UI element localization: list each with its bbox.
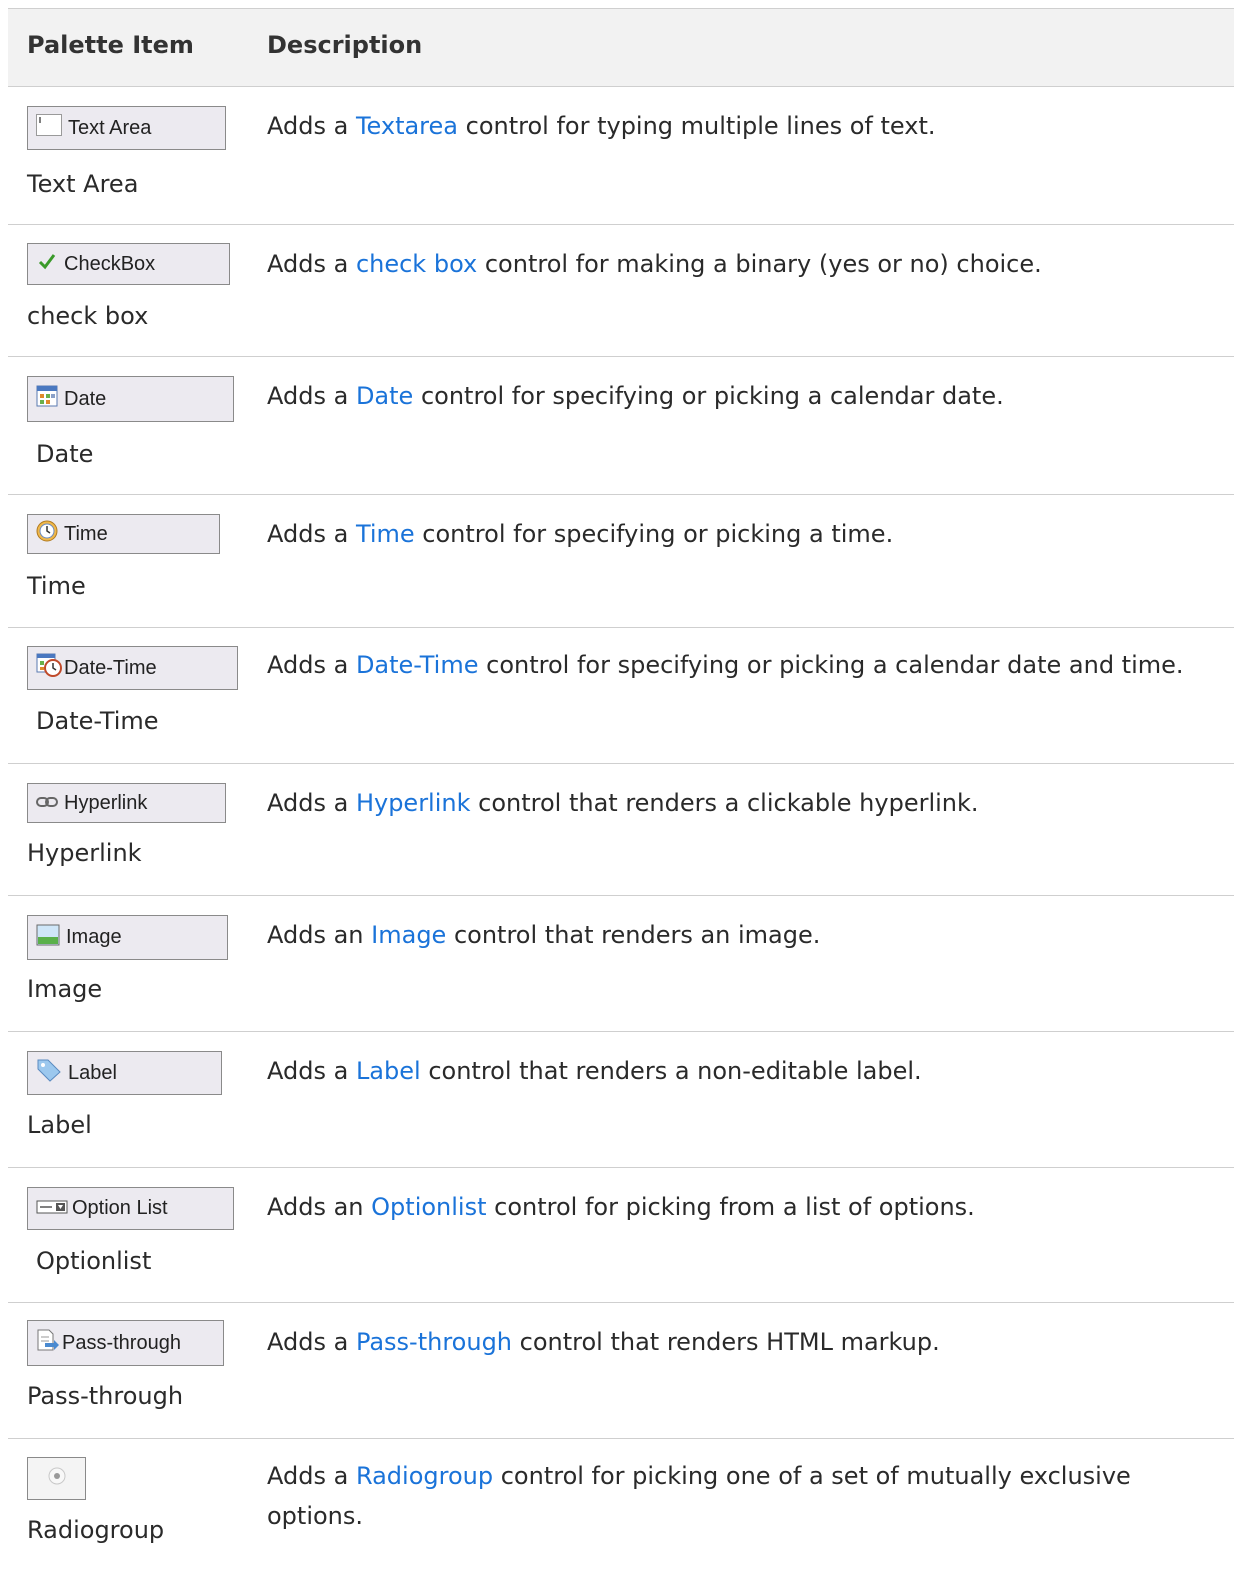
- table-row: Date-Time Date-Time Adds a Date-Time con…: [8, 627, 1234, 763]
- palette-item-name: Time: [27, 572, 86, 600]
- row-description: Adds a Time control for specifying or pi…: [267, 520, 894, 548]
- palette-button-option-list[interactable]: Option List: [27, 1187, 234, 1230]
- palette-item-name: Pass-through: [27, 1382, 184, 1410]
- palette-item-name: Date-Time: [36, 707, 159, 735]
- palette-button-date-time[interactable]: Date-Time: [27, 646, 238, 690]
- radiogroup-link[interactable]: Radiogroup: [356, 1462, 493, 1490]
- table-row: Pass-through Pass-through Adds a Pass-th…: [8, 1302, 1234, 1438]
- calendar-icon: [36, 385, 58, 413]
- header-palette-item: Palette Item: [27, 31, 194, 59]
- row-description: Adds an Optionlist control for picking f…: [267, 1193, 975, 1221]
- optionlist-link[interactable]: Optionlist: [371, 1193, 486, 1221]
- table-row: Option List Optionlist Adds an Optionlis…: [8, 1167, 1234, 1302]
- checkbox-icon: [36, 251, 58, 277]
- row-divider: [8, 1031, 1234, 1032]
- palette-item-name: Optionlist: [36, 1247, 152, 1275]
- textarea-icon: [36, 114, 62, 142]
- table-row: Image Image Adds an Image control that r…: [8, 895, 1234, 1031]
- row-description: Adds a Textarea control for typing multi…: [267, 112, 936, 140]
- palette-button-text-area[interactable]: Text Area: [27, 106, 226, 150]
- palette-item-name: Date: [36, 440, 94, 468]
- row-description: Adds a Date control for specifying or pi…: [267, 382, 1004, 410]
- palette-button-image[interactable]: Image: [27, 915, 228, 960]
- palette-item-name: Hyperlink: [27, 839, 142, 867]
- table-header: Palette Item Description: [8, 9, 1234, 86]
- row-divider: [8, 1438, 1234, 1439]
- table-row: Date Date Adds a Date control for specif…: [8, 356, 1234, 494]
- row-divider: [8, 627, 1234, 628]
- document-arrow-icon: [36, 1329, 60, 1357]
- table-row: Hyperlink Hyperlink Adds a Hyperlink con…: [8, 763, 1234, 895]
- palette-item-name: Radiogroup: [27, 1516, 165, 1544]
- row-description: Adds a check box control for making a bi…: [267, 250, 1042, 278]
- palette-item-name: Label: [27, 1111, 92, 1139]
- row-description: Adds a Date-Time control for specifying …: [267, 651, 1184, 679]
- tag-icon: [36, 1058, 62, 1088]
- pass-through-link[interactable]: Pass-through: [356, 1328, 512, 1356]
- row-divider: [8, 86, 1234, 87]
- row-divider: [8, 494, 1234, 495]
- date-time-link[interactable]: Date-Time: [356, 651, 479, 679]
- palette-item-name: Image: [27, 975, 103, 1003]
- checkbox-link[interactable]: check box: [356, 250, 477, 278]
- row-divider: [8, 1302, 1234, 1303]
- radio-button-icon: [48, 1467, 66, 1491]
- time-link[interactable]: Time: [356, 520, 415, 548]
- palette-item-name: check box: [27, 302, 149, 330]
- palette-button-hyperlink[interactable]: Hyperlink: [27, 783, 226, 823]
- row-divider: [8, 1167, 1234, 1168]
- textarea-link[interactable]: Textarea: [356, 112, 458, 140]
- row-divider: [8, 356, 1234, 357]
- row-divider: [8, 224, 1234, 225]
- palette-button-label[interactable]: Label: [27, 1051, 222, 1095]
- header-description: Description: [267, 31, 423, 59]
- row-description: Adds a Pass-through control that renders…: [267, 1328, 940, 1356]
- table-row: Time Time Adds a Time control for specif…: [8, 494, 1234, 627]
- row-description: Adds a Hyperlink control that renders a …: [267, 789, 979, 817]
- palette-button-radiogroup[interactable]: [27, 1457, 86, 1500]
- row-description: Adds a Radiogroup control for picking on…: [267, 1462, 1131, 1530]
- palette-button-checkbox[interactable]: CheckBox: [27, 243, 230, 285]
- hyperlink-link[interactable]: Hyperlink: [356, 789, 471, 817]
- palette-item-name: Text Area: [27, 170, 139, 198]
- row-description: Adds an Image control that renders an im…: [267, 921, 821, 949]
- row-divider: [8, 763, 1234, 764]
- label-link[interactable]: Label: [356, 1057, 421, 1085]
- picture-icon: [36, 924, 60, 952]
- table-row: Radiogroup Adds a Radiogroup control for…: [8, 1438, 1234, 1590]
- chain-link-icon: [36, 792, 58, 815]
- row-divider: [8, 895, 1234, 896]
- palette-button-date[interactable]: Date: [27, 376, 234, 422]
- dropdown-icon: [36, 1197, 68, 1220]
- palette-button-time[interactable]: Time: [27, 514, 220, 554]
- calendar-clock-icon: [36, 653, 62, 683]
- date-link[interactable]: Date: [356, 382, 413, 410]
- table-row: CheckBox check box Adds a check box cont…: [8, 224, 1234, 356]
- image-link[interactable]: Image: [371, 921, 446, 949]
- clock-icon: [36, 520, 58, 548]
- row-description: Adds a Label control that renders a non-…: [267, 1057, 922, 1085]
- table-row: Text Area Text Area Adds a Textarea cont…: [8, 86, 1234, 224]
- table-row: Label Label Adds a Label control that re…: [8, 1031, 1234, 1167]
- palette-button-pass-through[interactable]: Pass-through: [27, 1320, 224, 1366]
